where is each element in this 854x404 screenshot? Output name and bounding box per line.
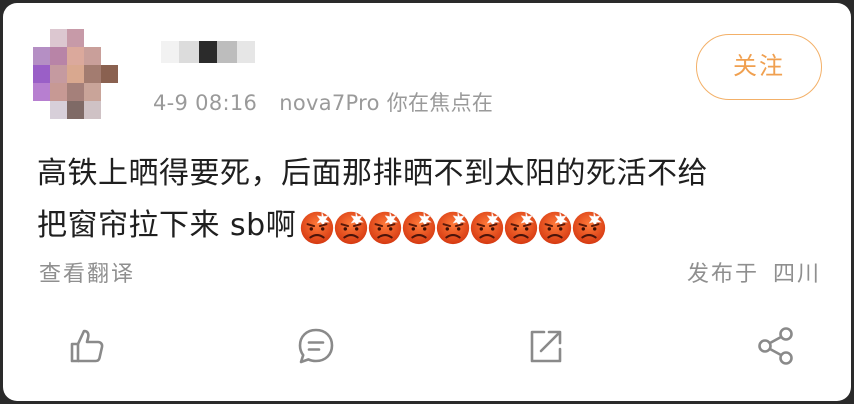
angry-face-icon: [369, 211, 402, 245]
avatar-mosaic-cell: [50, 65, 67, 83]
avatar-mosaic-cell: [67, 65, 84, 83]
angry-face-icon: [505, 211, 538, 245]
angry-face-icon: [301, 211, 334, 245]
username-mosaic-cell: [217, 41, 237, 63]
emoji-group: [298, 201, 606, 253]
published-label: 发布于: [686, 262, 759, 287]
avatar-mosaic-cell: [84, 83, 101, 101]
angry-face-icon: [471, 211, 504, 245]
angry-face-icon: [539, 211, 572, 245]
avatar-mosaic-cell: [50, 29, 67, 47]
avatar-mosaic-cell: [67, 101, 84, 119]
avatar-mosaic-cell: [101, 47, 118, 65]
angry-face-icon: [437, 211, 470, 245]
repost-icon: [530, 330, 562, 363]
avatar-mosaic-cell: [101, 83, 118, 101]
avatar-mosaic-cell: [101, 101, 118, 119]
avatar-mosaic-cell: [101, 65, 118, 83]
username-mosaic-cell: [161, 41, 179, 63]
location-text: 四川: [772, 262, 821, 287]
repost-button[interactable]: [525, 325, 567, 367]
post-device: nova7Pro 你在焦点在: [279, 91, 494, 115]
post-meta: 4-9 08:16 nova7Pro 你在焦点在: [153, 87, 493, 117]
avatar-mosaic-cell: [67, 47, 84, 65]
post-date: 4-9 08:16: [153, 91, 258, 115]
angry-face-icon: [573, 211, 606, 245]
avatar-mosaic-cell: [33, 101, 50, 119]
avatar-mosaic-cell: [50, 101, 67, 119]
username-blurred[interactable]: [161, 41, 281, 65]
post-card: 4-9 08:16 nova7Pro 你在焦点在 关注 高铁上晒得要死，后面那排晒…: [3, 3, 851, 401]
content-line-1: 高铁上晒得要死，后面那排晒不到太阳的死活不给: [37, 156, 708, 191]
avatar-mosaic-cell: [33, 65, 50, 83]
follow-button[interactable]: 关注: [696, 34, 822, 100]
share-button[interactable]: [755, 325, 797, 367]
avatar-mosaic-cell: [101, 29, 118, 47]
comment-button[interactable]: [295, 325, 337, 367]
avatar-mosaic-cell: [33, 47, 50, 65]
avatar-mosaic-cell: [33, 83, 50, 101]
avatar-mosaic-cell: [84, 47, 101, 65]
content-line-2: 把窗帘拉下来 sb啊: [37, 200, 837, 252]
username-mosaic-cell: [237, 41, 255, 63]
like-button[interactable]: [65, 325, 107, 367]
avatar-mosaic-cell: [84, 65, 101, 83]
avatar[interactable]: [33, 29, 118, 121]
username-mosaic-cell: [179, 41, 199, 63]
comment-icon: [298, 328, 334, 364]
angry-face-icon: [335, 211, 368, 245]
username-mosaic-cell: [199, 41, 217, 63]
avatar-mosaic-cell: [67, 83, 84, 101]
avatar-mosaic-cell: [67, 29, 84, 47]
location-info: 发布于 四川: [687, 256, 821, 288]
angry-face-icon: [403, 211, 436, 245]
avatar-mosaic-cell: [84, 101, 101, 119]
avatar-mosaic-cell: [84, 29, 101, 47]
translate-link[interactable]: 查看翻译: [39, 256, 135, 288]
post-content: 高铁上晒得要死，后面那排晒不到太阳的死活不给 把窗帘拉下来 sb啊: [37, 148, 837, 252]
avatar-mosaic-cell: [50, 47, 67, 65]
avatar-mosaic-cell: [50, 83, 67, 101]
content-line-2-text: 把窗帘拉下来 sb啊: [37, 208, 297, 243]
avatar-mosaic-cell: [33, 29, 50, 47]
share-icon: [758, 327, 793, 365]
thumbs-up-icon: [70, 329, 104, 363]
